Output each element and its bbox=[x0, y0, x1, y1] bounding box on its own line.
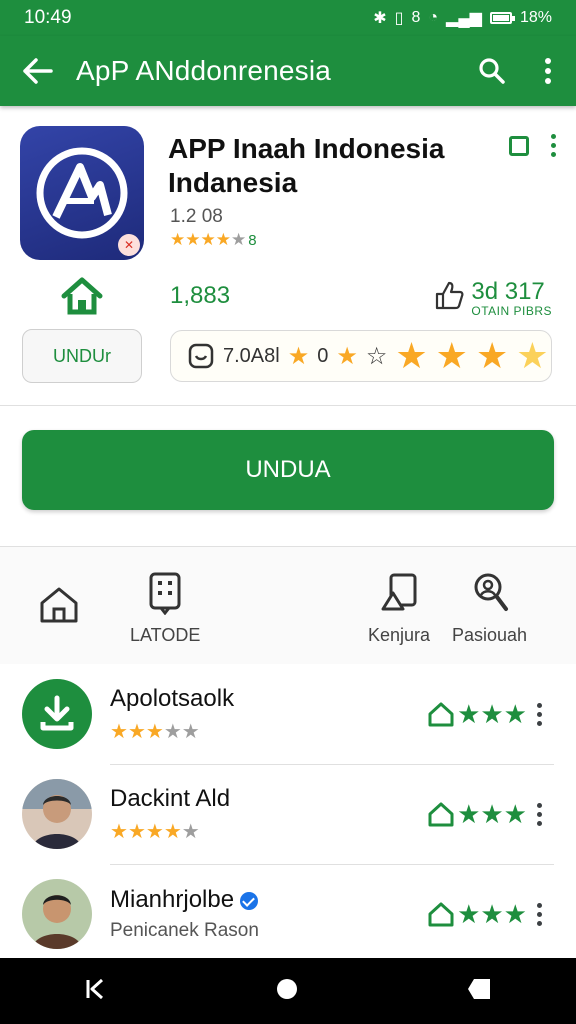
person-avatar bbox=[22, 779, 92, 849]
share-icon bbox=[381, 573, 417, 611]
star-icon[interactable]: ★ bbox=[476, 338, 508, 374]
bookmark-button[interactable] bbox=[509, 135, 529, 156]
category-nav: LATODE Kenjura Pasiouah bbox=[0, 546, 576, 664]
green-rating: ★★★ bbox=[427, 799, 527, 830]
recents-nav-button[interactable] bbox=[466, 977, 492, 1006]
bluetooth-icon: ✱ bbox=[373, 10, 387, 27]
download-small-button[interactable]: UNDUr bbox=[22, 329, 142, 383]
apps-grid-icon bbox=[149, 572, 181, 615]
list-item-title: Mianhrjolbe bbox=[110, 886, 427, 914]
back-button[interactable] bbox=[0, 36, 76, 106]
nav-latode[interactable]: LATODE bbox=[130, 571, 200, 646]
search-button[interactable] bbox=[464, 36, 520, 106]
app-logo-icon bbox=[36, 147, 128, 239]
signal-text: 8 bbox=[411, 9, 421, 26]
cell-signal-icon: ▂▄▆ bbox=[446, 10, 482, 27]
nav-home[interactable] bbox=[38, 585, 80, 625]
rating-label: 8 bbox=[248, 231, 257, 249]
green-rating: ★★★ bbox=[427, 899, 527, 930]
reviews-stat: 3d 317 OTAIN PIBRS bbox=[433, 280, 552, 318]
app-more-button[interactable] bbox=[551, 134, 556, 157]
clock: 10:49 bbox=[24, 7, 72, 28]
app-header-card: ✕ APP Inaah Indonesia Indanesia 1.2 08 ★… bbox=[0, 106, 576, 406]
arrow-back-icon bbox=[23, 58, 53, 84]
list-item[interactable]: Mianhrjolbe Penicanek Rason ★★★ bbox=[0, 864, 576, 964]
app-bar: ApP ANddonrenesia bbox=[0, 36, 576, 106]
overflow-menu-button[interactable] bbox=[520, 36, 576, 106]
nav-label: Kenjura bbox=[368, 625, 431, 645]
list-item-title: Dackint Ald bbox=[110, 784, 231, 812]
download-icon bbox=[22, 679, 92, 749]
list-item-title-text: Mianhrjolbe bbox=[110, 886, 235, 913]
nav-kenjura[interactable]: Kenjura bbox=[368, 571, 430, 646]
list-item[interactable]: Dackint Ald ★★★★★ ★★★ bbox=[0, 764, 576, 864]
recents-nav-icon bbox=[468, 978, 491, 999]
rating-box-text: 7.0A8l bbox=[223, 344, 280, 367]
item-more-button[interactable] bbox=[537, 802, 542, 826]
star-icon[interactable]: ★ bbox=[395, 338, 427, 374]
home-green-icon bbox=[58, 276, 106, 321]
star-outline-icon: ☆ bbox=[365, 342, 388, 370]
app-badge-icon: ✕ bbox=[118, 234, 140, 256]
wifi-icon: ◔ bbox=[428, 9, 439, 26]
rating-box-zero: 0 bbox=[317, 344, 329, 367]
item-more-button[interactable] bbox=[537, 902, 542, 926]
app-list: Apolotsaolk ★★★★★ ★★★ Dackint Ald ★★★★★ … bbox=[0, 664, 576, 964]
vibrate-icon: ▯ bbox=[394, 10, 404, 27]
star-icon[interactable]: ★ bbox=[436, 338, 468, 374]
download-count: 1,883 bbox=[170, 282, 231, 309]
nav-pasiouah[interactable]: Pasiouah bbox=[452, 571, 527, 646]
list-item-title: Apolotsaolk bbox=[110, 684, 235, 712]
thumbs-up-icon bbox=[436, 281, 464, 310]
more-vert-icon bbox=[545, 58, 551, 84]
chat-icon bbox=[188, 343, 214, 369]
list-item-subtitle: Penicanek Rason bbox=[110, 920, 259, 941]
back-nav-button[interactable] bbox=[84, 977, 108, 1006]
install-button[interactable]: UNDUA bbox=[22, 430, 554, 510]
star-icon: ★ bbox=[336, 342, 358, 370]
home-outline-icon bbox=[428, 702, 454, 727]
app-rating: ★★★★★ 8 bbox=[170, 230, 257, 250]
home-outline-icon bbox=[428, 902, 454, 927]
home-outline-icon bbox=[428, 802, 454, 827]
list-item-stars: ★★★★★ bbox=[110, 720, 200, 743]
person-avatar bbox=[22, 879, 92, 949]
search-icon bbox=[479, 58, 505, 84]
star-icon[interactable]: ★ bbox=[516, 338, 548, 374]
home-nav-icon bbox=[276, 978, 297, 999]
app-bar-title: ApP ANddonrenesia bbox=[76, 55, 332, 86]
verified-icon bbox=[240, 891, 259, 910]
system-nav-bar bbox=[0, 958, 576, 1024]
back-nav-icon bbox=[86, 978, 103, 999]
nav-label: LATODE bbox=[130, 625, 201, 645]
rating-box[interactable]: 7.0A8l ★ 0 ★ ☆ ★ ★ ★ ★ bbox=[170, 330, 552, 382]
app-name: APP Inaah Indonesia Indanesia bbox=[168, 133, 445, 198]
list-item[interactable]: Apolotsaolk ★★★★★ ★★★ bbox=[0, 664, 576, 764]
app-version: 1.2 08 bbox=[170, 206, 223, 227]
list-item-stars: ★★★★★ bbox=[110, 820, 200, 843]
battery-level: 18% bbox=[519, 9, 552, 26]
status-icons: ✱ ▯ 8 ◔ ▂▄▆ 18% bbox=[373, 8, 552, 28]
battery-icon bbox=[489, 12, 515, 24]
nav-label: Pasiouah bbox=[452, 625, 528, 645]
rating-stars: ★★★★★ bbox=[170, 230, 247, 249]
reviews-count: 3d 317 bbox=[471, 278, 545, 305]
item-more-button[interactable] bbox=[537, 702, 542, 726]
stats-row: 1,883 3d 317 OTAIN PIBRS bbox=[0, 276, 576, 326]
search-person-icon bbox=[474, 573, 508, 611]
star-icon: ★ bbox=[287, 342, 310, 370]
app-icon[interactable]: ✕ bbox=[20, 126, 144, 260]
header-actions bbox=[509, 134, 556, 157]
status-bar: 10:49 ✱ ▯ 8 ◔ ▂▄▆ 18% bbox=[0, 0, 576, 36]
reviews-sublabel: OTAIN PIBRS bbox=[471, 304, 552, 318]
home-nav-button[interactable] bbox=[275, 977, 299, 1006]
green-rating: ★★★ bbox=[427, 699, 527, 730]
home-icon bbox=[40, 587, 78, 623]
